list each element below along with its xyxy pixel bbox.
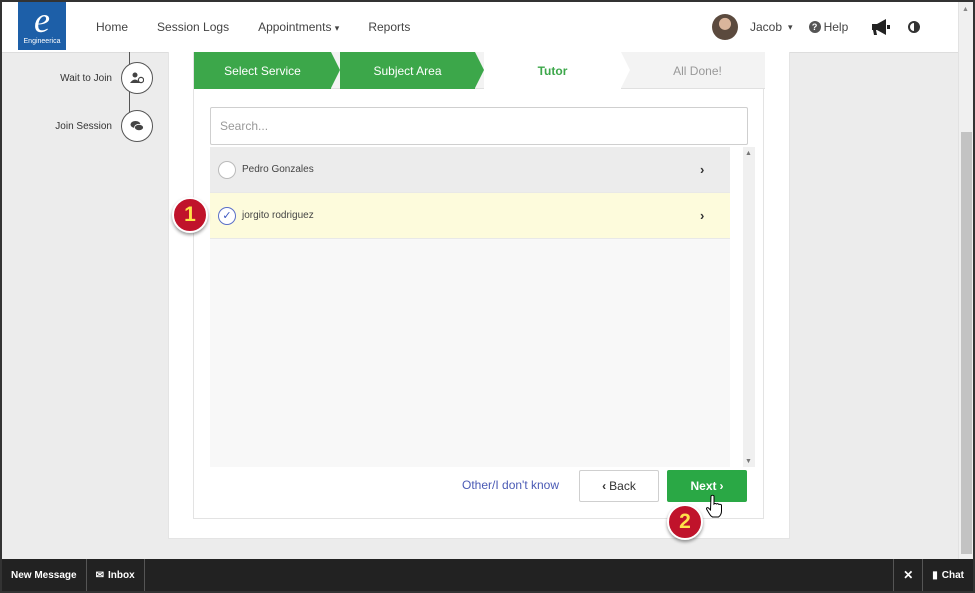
tutor-list-scrollbar[interactable]: ▲ ▼ — [743, 147, 755, 467]
bottom-bar-right: ✕ ▮ Chat — [893, 559, 973, 591]
nav-session-logs[interactable]: Session Logs — [157, 20, 229, 34]
step-wait-to-join: Wait to Join — [40, 62, 153, 94]
wizard-arrow — [621, 52, 630, 88]
chat-label: Chat — [941, 569, 964, 581]
wizard-step-all-done: All Done! — [673, 63, 722, 78]
scroll-up-arrow-icon[interactable]: ▲ — [745, 150, 752, 157]
question-circle-icon: ? — [808, 21, 821, 33]
chevron-right-icon: › — [719, 479, 724, 493]
step-label: Join Session — [55, 120, 112, 132]
chat-button[interactable]: ▮ Chat — [922, 559, 973, 591]
chevron-right-icon[interactable]: › — [700, 208, 730, 223]
other-dont-know-link[interactable]: Other/I don't know — [462, 478, 559, 492]
hand-pointer-icon — [706, 494, 722, 518]
tutor-name: jorgito rodriguez — [242, 210, 314, 221]
nav-appointments-label: Appointments — [258, 20, 332, 34]
page-scrollbar[interactable]: ▲ — [958, 2, 973, 559]
help-label: Help — [823, 20, 849, 34]
step-label: Wait to Join — [60, 72, 112, 84]
user-clock-icon — [121, 62, 153, 94]
chevron-left-icon: ‹ — [602, 479, 607, 493]
scheduling-wizard: Select Service Subject Area Tutor All Do… — [193, 52, 765, 519]
tutor-name: Pedro Gonzales — [242, 164, 314, 175]
comments-icon — [121, 110, 153, 142]
contrast-toggle-icon[interactable] — [908, 21, 921, 33]
wizard-step-bar: Select Service Subject Area Tutor All Do… — [194, 52, 765, 89]
tutor-search-input[interactable] — [210, 107, 748, 145]
scroll-up-arrow-icon[interactable]: ▲ — [962, 6, 969, 13]
chevron-right-icon[interactable]: › — [700, 162, 730, 177]
nav-appointments[interactable]: Appointments ▾ — [258, 20, 339, 34]
envelope-icon: ✉ — [95, 569, 104, 581]
nav-reports[interactable]: Reports — [368, 20, 410, 34]
next-button-label: Next — [690, 479, 717, 493]
user-name[interactable]: Jacob — [750, 20, 782, 34]
back-button[interactable]: ‹ Back — [579, 470, 659, 502]
avatar[interactable] — [712, 14, 738, 40]
page-scrollbar-thumb[interactable] — [961, 132, 972, 554]
wizard-arrow — [475, 52, 484, 88]
radio-unchecked-icon[interactable] — [218, 160, 236, 179]
user-area: Jacob ▾ ? Help — [712, 2, 921, 52]
close-icon[interactable]: ✕ — [893, 559, 922, 591]
logo-letter: e — [34, 0, 50, 40]
app-logo[interactable]: e Engineerica — [18, 2, 66, 50]
step-join-session: Join Session — [40, 110, 153, 142]
megaphone-icon[interactable] — [870, 18, 892, 36]
wizard-step-select-service[interactable]: Select Service — [194, 52, 331, 89]
nav-home[interactable]: Home — [96, 20, 128, 34]
caret-down-icon: ▾ — [334, 23, 340, 33]
wizard-arrow — [331, 52, 340, 88]
annotation-marker-2: 2 — [667, 504, 703, 540]
tutor-row-jorgito-rodriguez[interactable]: ✓ jorgito rodriguez › — [210, 193, 730, 239]
main-nav: Home Session Logs Appointments ▾ Reports — [96, 2, 439, 52]
inbox-label: Inbox — [107, 569, 135, 581]
check-circle-icon[interactable]: ✓ — [218, 206, 236, 225]
back-button-label: Back — [609, 479, 636, 493]
help-link[interactable]: ? Help — [808, 20, 849, 34]
tutor-list: Pedro Gonzales › ✓ jorgito rodriguez › — [210, 147, 730, 467]
bottom-bar: New Message ✉ Inbox ✕ ▮ Chat — [2, 559, 973, 591]
chat-bubble-icon: ▮ — [932, 569, 938, 581]
new-message-button[interactable]: New Message — [2, 559, 87, 591]
tutor-row-pedro-gonzales[interactable]: Pedro Gonzales › — [210, 147, 730, 193]
wizard-step-tutor[interactable]: Tutor — [484, 52, 621, 89]
caret-down-icon[interactable]: ▾ — [788, 22, 793, 33]
inbox-button[interactable]: ✉ Inbox — [87, 559, 145, 591]
wizard-step-subject-area[interactable]: Subject Area — [340, 52, 475, 89]
logo-text: Engineerica — [23, 38, 61, 45]
scroll-down-arrow-icon[interactable]: ▼ — [745, 458, 752, 465]
annotation-marker-1: 1 — [172, 197, 208, 233]
top-navbar: e Engineerica Home Session Logs Appointm… — [2, 2, 958, 53]
